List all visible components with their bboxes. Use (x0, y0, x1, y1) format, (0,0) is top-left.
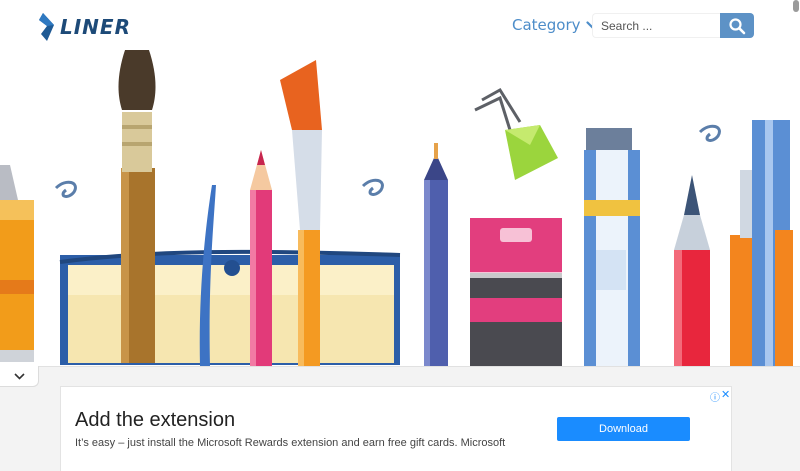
download-button[interactable]: Download (557, 417, 690, 441)
fineliner-pen (424, 143, 448, 366)
site-logo[interactable]: LINER (38, 12, 131, 42)
ad-card[interactable]: Add the extension It’s easy – just insta… (60, 386, 732, 471)
ad-close-icon[interactable]: ✕ (721, 388, 730, 401)
hero-image (0, 50, 800, 366)
sketchbook (59, 249, 401, 365)
logo-icon (39, 13, 54, 41)
collapse-ad-button[interactable] (0, 366, 39, 387)
marker (730, 120, 793, 366)
paint-tube-pink (470, 218, 562, 366)
paint-brush (118, 50, 156, 363)
fountain-pen (674, 175, 710, 366)
binder-clip (474, 87, 558, 180)
ad-description: It’s easy – just install the Microsoft R… (75, 437, 506, 449)
art-supplies-illustration (0, 50, 793, 366)
paint-tube-left (0, 165, 34, 362)
ad-title[interactable]: Add the extension (75, 409, 235, 432)
chevron-down-icon (13, 372, 25, 380)
search-input[interactable] (592, 13, 720, 38)
search-icon (729, 17, 746, 34)
search-button[interactable] (720, 13, 754, 38)
search-form (592, 13, 754, 38)
ad-info-icon[interactable]: ⓘ (710, 389, 720, 404)
category-label: Category (512, 16, 581, 34)
logo-text: LINER (60, 15, 131, 39)
paint-tube-blue (584, 128, 640, 366)
category-menu[interactable]: Category (512, 16, 599, 34)
scrollbar[interactable] (793, 0, 799, 12)
pencil (250, 150, 272, 366)
